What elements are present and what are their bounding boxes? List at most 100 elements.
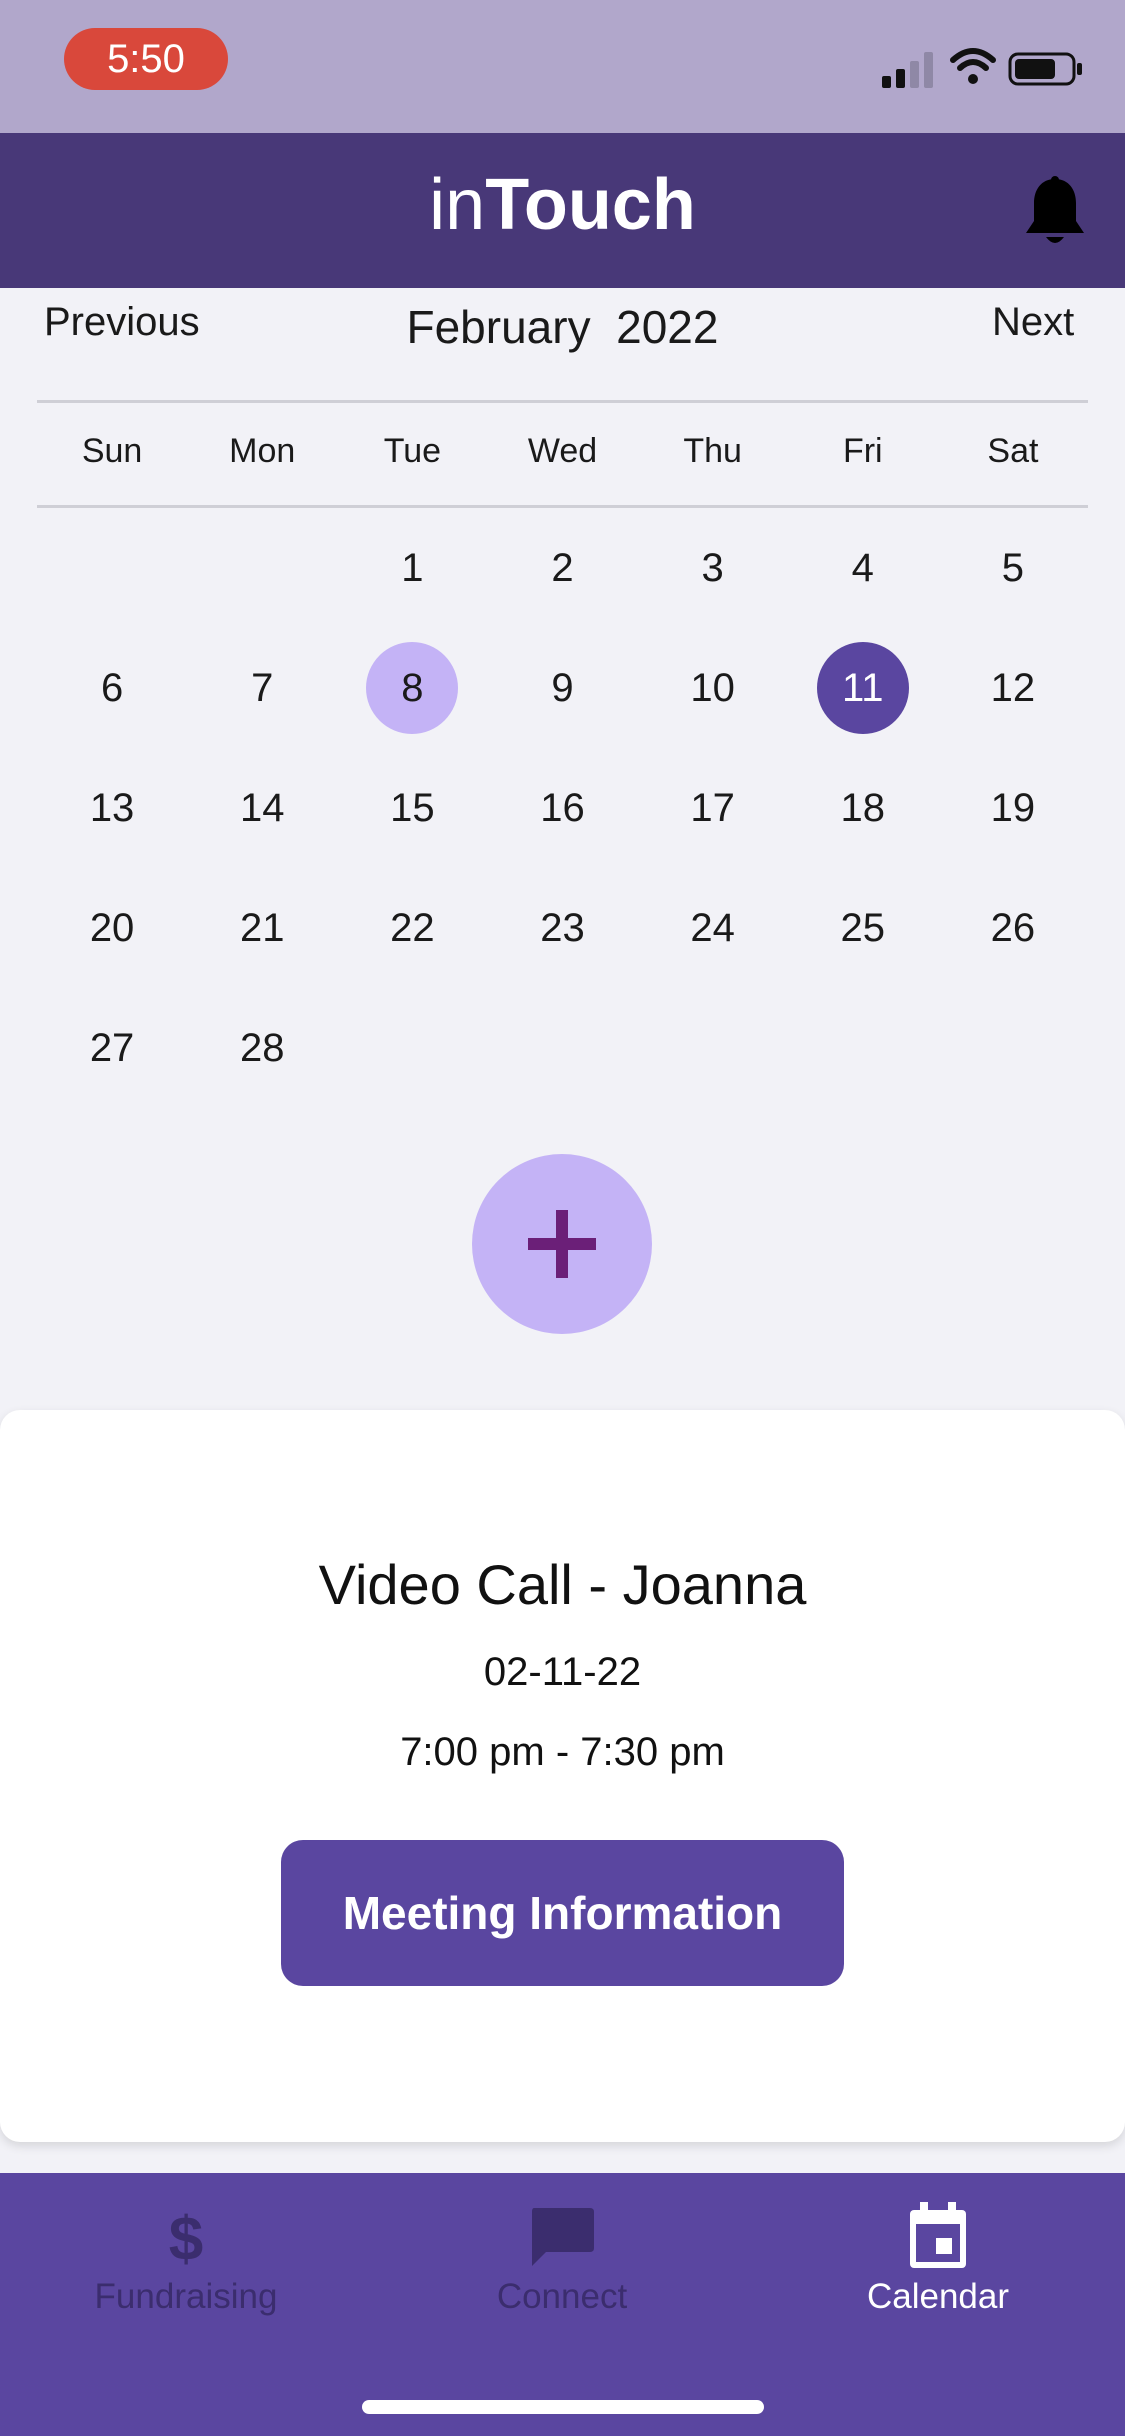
event-card: Video Call - Joanna 02-11-22 7:00 pm - 7… xyxy=(0,1410,1125,2142)
weekday-label: Wed xyxy=(527,432,598,470)
tab-calendar[interactable]: Calendar xyxy=(788,2201,1088,2317)
calendar-day[interactable]: 10 xyxy=(638,628,788,748)
app-title-bold: Touch xyxy=(485,165,696,245)
calendar-day-number: 6 xyxy=(100,665,124,710)
calendar-icon xyxy=(788,2201,1088,2271)
app-title-light: in xyxy=(429,165,486,245)
app-title: inTouch xyxy=(0,169,1125,241)
calendar-day-number: 25 xyxy=(840,905,886,950)
event-date: 02-11-22 xyxy=(483,1650,642,1694)
status-bar: 5:50 xyxy=(0,0,1125,133)
calendar-month: February xyxy=(406,301,591,353)
calendar-day[interactable]: 8 xyxy=(337,628,487,748)
calendar-day-number: 14 xyxy=(239,785,285,830)
calendar-day-number: 22 xyxy=(390,905,435,950)
add-event-button[interactable] xyxy=(472,1154,652,1334)
empty-day-cell xyxy=(187,508,337,628)
calendar-day[interactable]: 12 xyxy=(938,628,1088,748)
tab-fundraising[interactable]: $ Fundraising xyxy=(36,2201,336,2317)
tab-label: Calendar xyxy=(866,2277,1010,2316)
weekday-label: Fri xyxy=(842,432,883,470)
tab-label: Connect xyxy=(496,2277,628,2316)
weekday-header: Sun Mon Tue Wed Thu Fri Sat xyxy=(37,432,1088,471)
calendar-day-number: 13 xyxy=(89,785,135,830)
calendar-day[interactable]: 27 xyxy=(37,988,187,1108)
calendar-day-number: 4 xyxy=(851,545,874,590)
status-time: 5:50 xyxy=(64,28,228,90)
wifi-icon xyxy=(950,48,996,84)
calendar-day[interactable]: 1 xyxy=(337,508,487,628)
battery-icon xyxy=(1008,52,1082,86)
calendar-day-number: 17 xyxy=(690,785,735,830)
calendar-day[interactable]: 15 xyxy=(337,748,487,868)
calendar-day[interactable]: 24 xyxy=(638,868,788,988)
calendar-day[interactable]: 2 xyxy=(487,508,637,628)
calendar-day-number: 21 xyxy=(239,905,285,950)
svg-text:$: $ xyxy=(169,2205,203,2268)
app-header: inTouch xyxy=(0,133,1125,288)
weekday-label: Sat xyxy=(987,432,1039,470)
calendar-day[interactable]: 21 xyxy=(187,868,337,988)
signal-icon xyxy=(882,52,933,88)
calendar-day[interactable]: 9 xyxy=(487,628,637,748)
calendar-day-number: 5 xyxy=(1001,545,1025,590)
calendar-day-number: 15 xyxy=(390,785,435,830)
calendar-day[interactable]: 17 xyxy=(638,748,788,868)
calendar-day[interactable]: 14 xyxy=(187,748,337,868)
calendar-day-number: 3 xyxy=(701,545,724,590)
calendar-day-number: 26 xyxy=(990,905,1036,950)
bell-icon[interactable] xyxy=(1022,175,1088,251)
calendar-day-number: 1 xyxy=(401,545,424,590)
weekday-label: Tue xyxy=(383,432,442,470)
calendar-day[interactable]: 4 xyxy=(788,508,938,628)
weekday-label: Thu xyxy=(683,432,742,470)
divider xyxy=(37,400,1088,403)
calendar-day[interactable]: 7 xyxy=(187,628,337,748)
calendar-day-number: 28 xyxy=(239,1025,285,1070)
calendar-day[interactable]: 11 xyxy=(788,628,938,748)
next-month-button[interactable]: Next xyxy=(992,300,1074,345)
calendar-month-year: February 2022 xyxy=(0,300,1125,354)
calendar-day[interactable]: 5 xyxy=(938,508,1088,628)
calendar-day-number: 23 xyxy=(540,905,585,950)
calendar-day-number: 18 xyxy=(840,785,886,830)
calendar-day[interactable]: 23 xyxy=(487,868,637,988)
calendar-day-number: 16 xyxy=(540,785,585,830)
plus-icon xyxy=(528,1210,596,1278)
calendar-day-number: 12 xyxy=(990,665,1036,710)
calendar-day[interactable]: 6 xyxy=(37,628,187,748)
tab-bar: $ Fundraising Connect Calendar xyxy=(0,2173,1125,2436)
calendar-day-number: 2 xyxy=(551,545,574,590)
event-time: 7:00 pm - 7:30 pm xyxy=(400,1730,725,1774)
calendar-year: 2022 xyxy=(616,301,719,353)
calendar-day-number: 7 xyxy=(251,665,274,710)
calendar-day-number: 8 xyxy=(366,642,459,734)
calendar-day-number: 20 xyxy=(89,905,135,950)
tab-connect[interactable]: Connect xyxy=(412,2201,712,2317)
calendar-day-number: 27 xyxy=(89,1025,135,1070)
dollar-icon: $ xyxy=(36,2201,336,2271)
calendar-day[interactable]: 22 xyxy=(337,868,487,988)
meeting-information-button[interactable]: Meeting Information xyxy=(281,1840,844,1986)
event-title: Video Call - Joanna xyxy=(318,1553,807,1616)
home-indicator xyxy=(362,2400,764,2414)
calendar-day-number: 24 xyxy=(690,905,735,950)
calendar-day[interactable]: 16 xyxy=(487,748,637,868)
calendar-day[interactable]: 13 xyxy=(37,748,187,868)
calendar-day[interactable]: 25 xyxy=(788,868,938,988)
calendar-day-number: 11 xyxy=(816,642,909,734)
calendar-day[interactable]: 26 xyxy=(938,868,1088,988)
calendar-days-grid: 1 2 3 4 5 6 7 8 9 10 11 12 13 14 15 16 17 18 19 20 21 22 23 24 2… xyxy=(37,508,1088,1108)
calendar-day-number: 9 xyxy=(551,665,574,710)
calendar-day[interactable]: 19 xyxy=(938,748,1088,868)
calendar-day-number: 10 xyxy=(690,665,735,710)
weekday-label: Sun xyxy=(81,432,143,470)
calendar-day[interactable]: 18 xyxy=(788,748,938,868)
calendar-day[interactable]: 3 xyxy=(638,508,788,628)
calendar-day[interactable]: 20 xyxy=(37,868,187,988)
chat-icon xyxy=(412,2201,712,2271)
tab-label: Fundraising xyxy=(94,2277,278,2316)
empty-day-cell xyxy=(37,508,187,628)
weekday-label: Mon xyxy=(229,432,296,470)
calendar-day[interactable]: 28 xyxy=(187,988,337,1108)
